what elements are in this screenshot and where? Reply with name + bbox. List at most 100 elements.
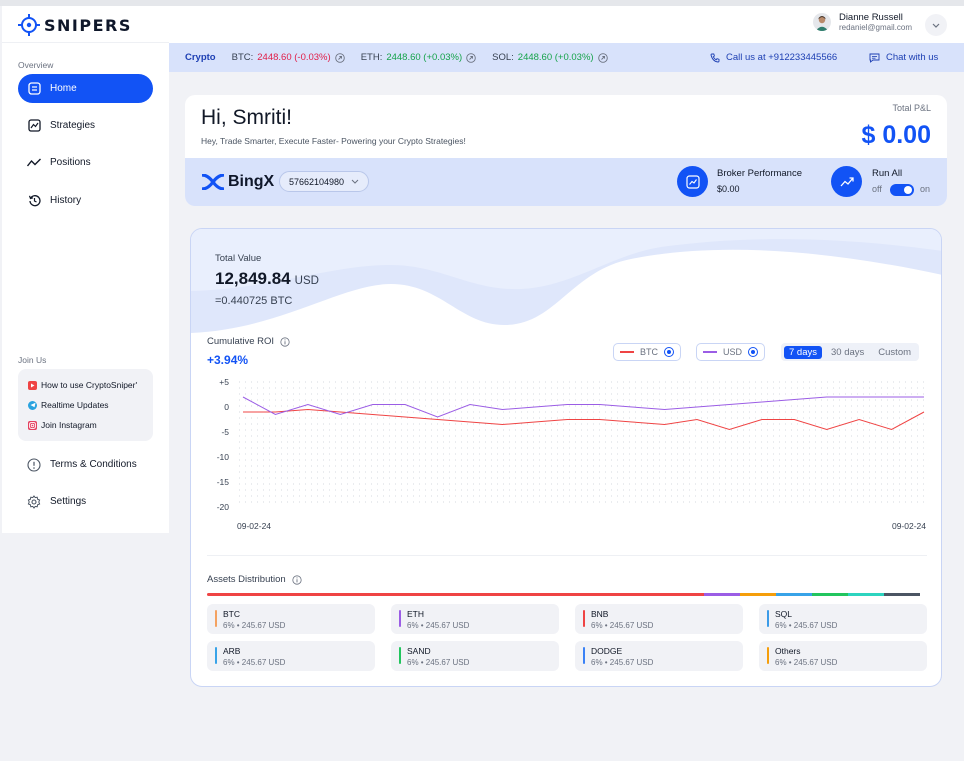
greeting: Hi, Smriti! bbox=[201, 106, 292, 129]
legend-swatch bbox=[620, 351, 634, 353]
sidebar-item-label: Positions bbox=[50, 157, 91, 168]
asset-detail: 6% • 245.67 USD bbox=[775, 621, 838, 630]
ticker-item-btc[interactable]: BTC: 2448.60 (-0.03%) bbox=[232, 52, 345, 63]
range-custom[interactable]: Custom bbox=[873, 346, 916, 359]
x-tick-label: 09-02-24 bbox=[237, 521, 271, 531]
external-link-icon bbox=[597, 52, 608, 63]
ticker-symbol: ETH: bbox=[360, 52, 383, 63]
y-tick-label: -20 bbox=[217, 502, 230, 512]
toggle-off-label: off bbox=[872, 184, 882, 194]
broker-performance-value: $0.00 bbox=[717, 184, 740, 194]
ticker-symbol: BTC: bbox=[231, 52, 254, 63]
external-link-icon bbox=[466, 52, 476, 63]
sidebar-item-label: Strategies bbox=[50, 120, 96, 131]
distribution-segment bbox=[775, 593, 812, 596]
range-30-days[interactable]: 30 days bbox=[826, 346, 869, 359]
total-value-label: Total Value bbox=[215, 253, 262, 264]
distribution-segment bbox=[811, 593, 848, 596]
range-selector: 7 days 30 days Custom bbox=[781, 343, 920, 361]
strategies-icon bbox=[27, 119, 41, 133]
account-select[interactable]: 57662104980 bbox=[279, 171, 370, 192]
asset-detail: 6% • 245.67 USD bbox=[591, 658, 654, 667]
y-tick-label: -10 bbox=[217, 452, 230, 462]
asset-card-eth[interactable]: ETH 6% • 245.67 USD bbox=[391, 604, 559, 634]
sidebar-item-label: History bbox=[50, 195, 82, 206]
asset-color-marker bbox=[583, 610, 585, 627]
broker-performance-label: Broker Performance bbox=[717, 168, 803, 179]
positions-icon bbox=[27, 156, 41, 170]
sidebar-item-positions[interactable]: Positions bbox=[18, 148, 153, 177]
join-item-telegram[interactable]: Realtime Updates bbox=[28, 395, 153, 415]
asset-name: ETH bbox=[407, 609, 424, 619]
run-all-label: Run All bbox=[872, 168, 903, 179]
join-us-box: How to use CryptoSniper' Realtime Update… bbox=[18, 369, 153, 441]
toggle-on-label: on bbox=[920, 184, 931, 194]
instagram-icon bbox=[28, 420, 37, 430]
asset-card-arb[interactable]: ARB 6% • 245.67 USD bbox=[207, 641, 375, 671]
distribution-segment bbox=[207, 593, 704, 596]
asset-card-bnb[interactable]: BNB 6% • 245.67 USD bbox=[575, 604, 743, 634]
broker-performance-button[interactable] bbox=[677, 166, 708, 197]
radio-selected-icon bbox=[664, 347, 674, 357]
asset-name: DODGE bbox=[591, 646, 623, 656]
sidebar-item-history[interactable]: History bbox=[18, 186, 153, 215]
join-item-youtube[interactable]: How to use CryptoSniper' bbox=[28, 375, 153, 395]
legend-usd-toggle[interactable]: USD bbox=[696, 343, 766, 361]
asset-card-sand[interactable]: SAND 6% • 245.67 USD bbox=[391, 641, 559, 671]
join-item-instagram[interactable]: Join Instagram bbox=[28, 415, 153, 435]
chart-icon bbox=[685, 174, 700, 189]
sidebar-item-home[interactable]: Home bbox=[18, 74, 153, 103]
radio-selected-icon bbox=[748, 347, 759, 357]
youtube-icon bbox=[28, 380, 37, 390]
roi-value: +3.94% bbox=[207, 353, 249, 367]
chat-with-us-link[interactable]: Chat with us bbox=[869, 43, 938, 72]
info-icon[interactable] bbox=[280, 336, 290, 347]
distribution-bar bbox=[207, 593, 927, 596]
chevron-down-icon bbox=[351, 179, 359, 184]
asset-name: SAND bbox=[407, 646, 431, 656]
brand-logo[interactable]: SNIPERS bbox=[18, 14, 132, 36]
roi-chart: +5 0 -5 -10 -15 -20 09-02-24 09-02-24 bbox=[217, 377, 927, 531]
range-7-days[interactable]: 7 days bbox=[784, 345, 822, 359]
brand-name: SNIPERS bbox=[44, 15, 132, 35]
total-pnl-value: $ 0.00 bbox=[861, 121, 931, 149]
asset-name: ARB bbox=[223, 646, 241, 656]
gear-icon bbox=[27, 494, 41, 509]
asset-name: BTC bbox=[223, 609, 240, 619]
sidebar-item-terms[interactable]: Terms & Conditions bbox=[18, 450, 153, 479]
assets-distribution-label: Assets Distribution bbox=[207, 574, 286, 585]
distribution-segment bbox=[703, 593, 740, 596]
asset-card-others[interactable]: Others 6% • 245.67 USD bbox=[759, 641, 927, 671]
x-tick-label: 09-02-24 bbox=[892, 521, 926, 531]
legend-label: BTC bbox=[640, 347, 658, 357]
asset-detail: 6% • 245.67 USD bbox=[223, 658, 286, 667]
broker-strip: BingX 57662104980 Broker Performance $0.… bbox=[185, 158, 947, 206]
ticker-item-sol[interactable]: SOL: 2448.60 (+0.03%) bbox=[492, 52, 608, 63]
y-tick-label: -15 bbox=[217, 477, 230, 487]
ticker-item-eth[interactable]: ETH: 2448.60 (+0.03%) bbox=[361, 52, 476, 63]
external-link-icon bbox=[334, 52, 345, 63]
asset-detail: 6% • 245.67 USD bbox=[775, 658, 838, 667]
call-us-label: Call us at +912233445566 bbox=[726, 52, 838, 63]
asset-detail: 6% • 245.67 USD bbox=[591, 621, 654, 630]
asset-card-sql[interactable]: SQL 6% • 245.67 USD bbox=[759, 604, 927, 634]
user-menu-button[interactable] bbox=[925, 14, 947, 36]
run-all-button[interactable] bbox=[831, 166, 862, 197]
asset-card-btc[interactable]: BTC 6% • 245.67 USD bbox=[207, 604, 375, 634]
ticker-label: Crypto bbox=[185, 52, 216, 63]
distribution-segment bbox=[883, 593, 920, 596]
welcome-card: Hi, Smriti! Hey, Trade Smarter, Execute … bbox=[185, 95, 947, 206]
sidebar-item-settings[interactable]: Settings bbox=[18, 487, 153, 516]
legend-btc-toggle[interactable]: BTC bbox=[613, 343, 681, 361]
user-profile[interactable]: Dianne Russell redaniel@gmail.com bbox=[812, 12, 912, 32]
asset-card-dodge[interactable]: DODGE 6% • 245.67 USD bbox=[575, 641, 743, 671]
ticker-symbol: SOL: bbox=[492, 52, 514, 63]
ticker-price: 2448.60 (+0.03%) bbox=[386, 52, 463, 63]
run-all-toggle[interactable] bbox=[890, 184, 914, 196]
sidebar-item-strategies[interactable]: Strategies bbox=[18, 111, 153, 140]
info-icon[interactable] bbox=[292, 574, 302, 585]
asset-detail: 6% • 245.67 USD bbox=[223, 621, 286, 630]
call-us-link[interactable]: Call us at +912233445566 bbox=[710, 43, 837, 72]
chat-icon bbox=[869, 53, 880, 63]
distribution-segment bbox=[847, 593, 884, 596]
